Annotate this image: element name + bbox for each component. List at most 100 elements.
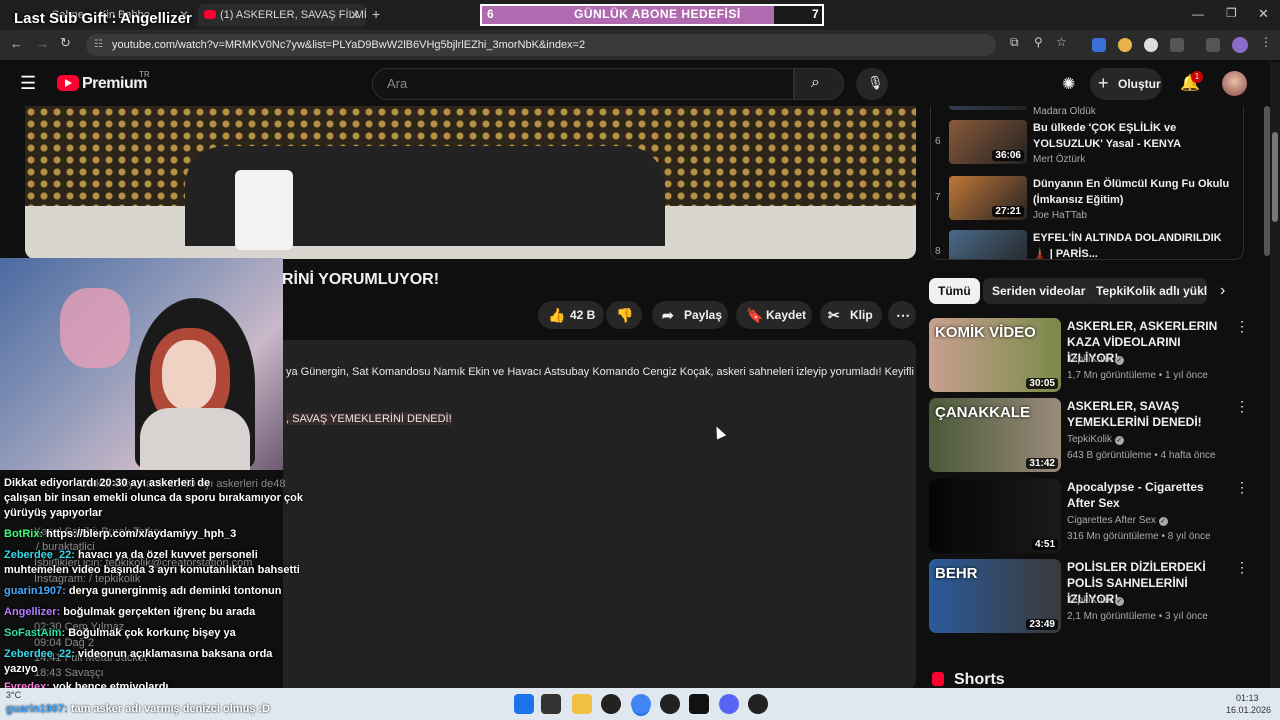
like-button[interactable]: 👍 42 B [538,301,604,329]
search-button[interactable]: ⌕ [794,68,844,100]
chat-username: Zeberdee_22: [4,549,75,561]
create-label: Oluştur [1118,77,1161,91]
more-actions-button[interactable]: ⋯ [888,301,916,329]
browser-menu-icon[interactable]: ⋮ [1260,35,1272,49]
chat-message: https://blerp.com/x/aydamiyy_hph_3 [46,528,237,540]
chevron-right-icon[interactable]: › [1220,282,1225,300]
related-video-item[interactable]: 4:51 Apocalypse - Cigarettes After Sex Cig… [929,479,1249,555]
playlist-thumbnail[interactable] [949,106,1027,110]
url-field[interactable]: ☷ youtube.com/watch?v=MRMKV0Nc7yw&list=P… [86,34,996,56]
playlist-item-title[interactable]: EYFEL'İN ALTINDA DOLANDIRILDIK 🗼 | PARİS… [1033,230,1233,259]
related-channel[interactable]: TepkiKolik ✓ [1067,434,1124,445]
description-link[interactable]: , SAVAŞ YEMEKLERİNİ DENEDİ! [286,413,452,425]
playlist-item-title[interactable]: Bu ülkede 'ÇOK EŞLİLİK ve YOLSUZLUK' Yas… [1033,120,1233,152]
clock-date[interactable]: 16.01.2026 [1226,705,1271,715]
media-control-icon[interactable] [1206,38,1220,52]
zoom-icon[interactable]: ⚲ [1034,35,1043,49]
related-video-item[interactable]: BEHR 23:49 POLİSLER DİZİLERDEKİ POLİS SAHN… [929,559,1249,635]
related-channel[interactable]: TepkiKolik ✓ [1067,354,1124,365]
extension-translate-icon[interactable] [1092,38,1106,52]
brand-premium[interactable]: Premium [82,75,147,93]
close-window-icon[interactable]: ✕ [1258,6,1269,22]
playlist-thumbnail[interactable]: 27:21 [949,176,1027,220]
playlist-item[interactable]: 8 EYFEL'İN ALTINDA DOLANDIRILDIK 🗼 | PARİ… [931,230,1243,259]
related-thumbnail[interactable]: ÇANAKKALE 31:42 [929,398,1061,472]
obs-icon[interactable] [601,694,621,714]
chat-username: guarin1907: [4,585,66,597]
close-icon[interactable]: ✕ [350,4,360,26]
related-thumbnail[interactable]: 4:51 [929,479,1061,553]
related-channel[interactable]: TepkiKolik ✓ [1067,595,1124,606]
install-app-icon[interactable]: ⧉ [1010,35,1019,50]
related-channel[interactable]: Cigarettes After Sex ✓ [1067,515,1168,526]
site-info-icon[interactable]: ☷ [94,34,103,56]
new-tab-plus-icon[interactable]: + [372,6,380,22]
chip-channel-uploads[interactable]: TepkiKolik adlı yükle [1087,278,1207,304]
clock-time[interactable]: 01:13 [1236,693,1259,703]
chat-line: muhtemelen video başında 3 ayrı komutanl… [4,563,300,578]
related-title[interactable]: Apocalypse - Cigarettes After Sex [1067,479,1227,511]
browser-tab-active[interactable]: (1) ASKERLER, SAVAŞ FİLMİ SAHNE✕ [198,4,366,26]
account-avatar[interactable] [1222,71,1247,96]
playlist-item[interactable]: 6 36:06 Bu ülkede 'ÇOK EŞLİLİK ve YOLSUZLU… [931,120,1243,170]
save-button[interactable]: 🔖 Kaydet [736,301,812,329]
file-explorer-icon[interactable] [572,694,592,714]
more-vertical-icon[interactable]: ⋮ [1235,559,1249,576]
discord-icon[interactable] [719,694,739,714]
playlist-item-channel: Mert Öztürk [1033,154,1086,165]
app-g-icon-2[interactable] [748,694,768,714]
clip-button[interactable]: ✂ Klip [820,301,882,329]
voice-search-button[interactable]: 🎙 [856,68,888,100]
extension-icon[interactable] [1118,38,1132,52]
playlist-panel: Madara Oldük 6 36:06 Bu ülkede 'ÇOK EŞLİLİK… [930,106,1244,260]
bookmark-star-icon[interactable]: ☆ [1056,35,1067,49]
profile-avatar-icon[interactable] [1232,37,1248,53]
playlist-thumbnail[interactable]: 36:06 [949,120,1027,164]
chip-series[interactable]: Seriden videolar [983,278,1095,304]
page-scrollbar-thumb[interactable] [1272,132,1278,222]
task-view-icon[interactable] [541,694,561,714]
duration-badge: 31:42 [1026,458,1058,469]
page-scrollbar[interactable] [1270,62,1280,688]
related-video-item[interactable]: KOMİK VİDEO 30:05 ASKERLER, ASKERLERIN KAZ… [929,318,1249,394]
premium-sparkle-icon[interactable]: ✺ [1062,74,1075,94]
more-vertical-icon[interactable]: ⋮ [1235,318,1249,335]
mic-icon: 🎙 [867,75,884,90]
playlist-item[interactable]: Madara Oldük [931,106,1243,117]
playlist-thumbnail[interactable] [949,230,1027,259]
related-title[interactable]: ASKERLER, SAVAŞ YEMEKLERİNİ DENEDİ! [1067,398,1227,430]
streamer-sweater [140,408,250,470]
video-player[interactable] [25,106,916,259]
playlist-item[interactable]: 7 27:21 Dünyanın En Ölümcül Kung Fu Okulu … [931,176,1243,226]
dislike-button[interactable]: 👎 [606,301,642,329]
related-thumbnail[interactable]: BEHR 23:49 [929,559,1061,633]
related-thumbnail[interactable]: KOMİK VİDEO 30:05 [929,318,1061,392]
related-video-item[interactable]: ÇANAKKALE 31:42 ASKERLER, SAVAŞ YEMEKLERİN… [929,398,1249,474]
share-button[interactable]: ➦ Paylaş [652,301,728,329]
search-input[interactable]: Ara [372,68,794,100]
more-vertical-icon[interactable]: ⋮ [1235,398,1249,415]
app-g-icon[interactable] [660,694,680,714]
plus-icon: + [1098,73,1109,93]
chip-all[interactable]: Tümü [929,278,980,304]
chrome-icon[interactable] [631,694,651,714]
description-box[interactable] [283,340,916,690]
description-text: ya Günergin, Sat Komandosu Namık Ekin ve… [286,366,914,378]
youtube-logo-icon[interactable] [57,75,79,91]
channel-name: Cigarettes After Sex [1067,515,1156,526]
minimize-icon[interactable]: — [1192,7,1204,21]
more-vertical-icon[interactable]: ⋮ [1235,479,1249,496]
video-title: RİNİ YORUMLUYOR! [282,271,440,288]
playlist-item-title[interactable]: Dünyanın En Ölümcül Kung Fu Okulu (İmkan… [1033,176,1233,208]
windows-start-icon[interactable] [514,694,534,714]
forward-arrow-icon[interactable]: → [36,36,49,51]
extension-icon[interactable] [1144,38,1158,52]
restore-icon[interactable]: ❐ [1226,6,1237,20]
extensions-puzzle-icon[interactable] [1170,38,1184,52]
reload-icon[interactable]: ↻ [60,35,71,51]
hamburger-menu-icon[interactable]: ☰ [20,73,36,94]
create-button[interactable]: + Oluştur [1090,68,1162,100]
app-terminal-icon[interactable] [689,694,709,714]
weather-temp[interactable]: 3°C [6,690,21,700]
back-arrow-icon[interactable]: ← [10,36,23,51]
